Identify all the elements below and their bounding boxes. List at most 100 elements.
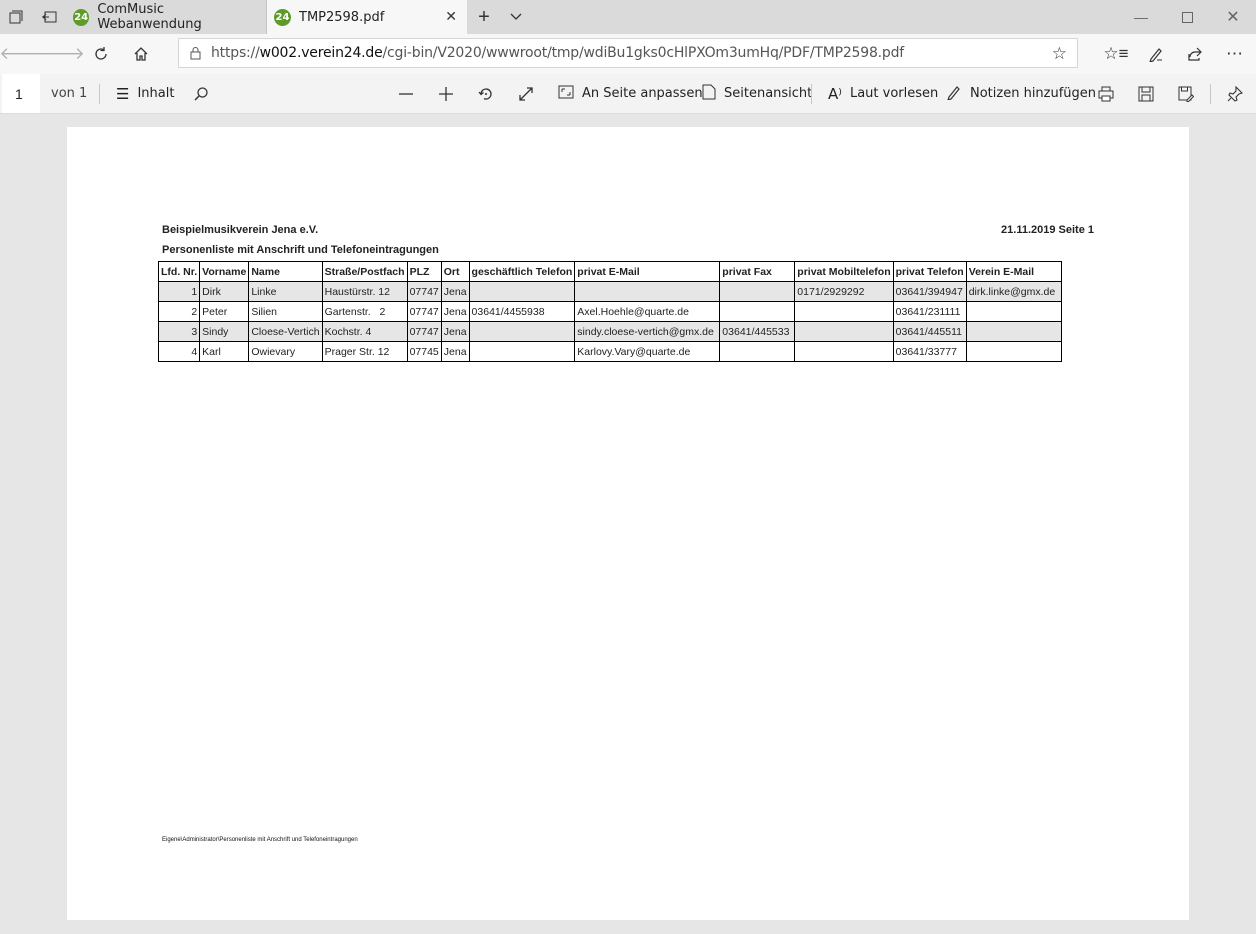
cell: 1 bbox=[157, 281, 201, 302]
back-icon[interactable]: 🡐 bbox=[0, 34, 45, 74]
cell bbox=[794, 301, 894, 322]
fit-page-icon bbox=[558, 85, 574, 103]
read-aloud-button[interactable]: A⁾ Laut vorlesen bbox=[828, 74, 938, 113]
divider bbox=[99, 84, 100, 104]
print-icon[interactable] bbox=[1091, 74, 1121, 113]
cell bbox=[794, 341, 894, 362]
table-row: 4 Karl Owievary Prager Str. 12 07745 Jen… bbox=[157, 341, 1062, 362]
rotate-icon[interactable] bbox=[471, 74, 501, 113]
cell: Jena bbox=[440, 341, 470, 362]
tab-label: ComMusic Webanwendung bbox=[97, 2, 202, 32]
cell bbox=[965, 321, 1062, 342]
divider bbox=[1210, 84, 1211, 104]
table-row: 2 Peter Silien Gartenstr. 2 07747 Jena 0… bbox=[157, 301, 1062, 322]
cell: Jena bbox=[440, 301, 470, 322]
chevron-down-icon[interactable] bbox=[500, 0, 532, 34]
save-as-icon[interactable] bbox=[1171, 74, 1201, 113]
cell bbox=[468, 321, 576, 342]
cell: Linke bbox=[248, 281, 323, 302]
zoom-in-icon[interactable] bbox=[431, 74, 461, 113]
cell: Jena bbox=[440, 281, 470, 302]
table-row: 1 Dirk Linke Haustürstr. 12 07747 Jena 0… bbox=[157, 281, 1062, 302]
pdf-toolbar: 1 von 1 ☰ Inhalt An Seite anpassen Seite… bbox=[0, 74, 1256, 114]
close-tab-icon[interactable]: ✕ bbox=[445, 9, 457, 25]
column-header: Name bbox=[248, 261, 323, 282]
cell: 07747 bbox=[406, 301, 442, 322]
contents-label: Inhalt bbox=[137, 86, 175, 101]
pen-icon bbox=[946, 84, 962, 104]
cell bbox=[719, 301, 796, 322]
zoom-out-icon[interactable] bbox=[391, 74, 421, 113]
save-icon[interactable] bbox=[1131, 74, 1161, 113]
divider bbox=[811, 84, 812, 104]
add-notes-button[interactable]: Notizen hinzufügen bbox=[946, 74, 1096, 113]
column-header: Lfd. Nr. bbox=[157, 261, 201, 282]
home-icon[interactable] bbox=[121, 34, 161, 74]
forward-icon[interactable]: 🡒 bbox=[39, 34, 85, 74]
maximize-icon[interactable] bbox=[1164, 0, 1210, 34]
column-header: privat E-Mail bbox=[574, 261, 721, 282]
url-text[interactable]: https://w002.verein24.de/cgi-bin/V2020/w… bbox=[211, 45, 904, 61]
cell bbox=[574, 281, 721, 302]
cell: Karl bbox=[199, 341, 250, 362]
page-view-button[interactable]: Seitenansicht bbox=[702, 74, 812, 113]
url-host: w002.verein24.de bbox=[259, 45, 383, 61]
cell: 2 bbox=[157, 301, 201, 322]
fullscreen-icon[interactable] bbox=[511, 74, 541, 113]
pen-notes-icon[interactable] bbox=[1136, 34, 1176, 74]
cell: Karlovy.Vary@quarte.de bbox=[574, 341, 721, 362]
tab-commusic[interactable]: 24 ComMusic Webanwendung bbox=[66, 0, 267, 34]
pin-toolbar-icon[interactable] bbox=[1220, 74, 1250, 113]
date-page-info: 21.11.2019 Seite 1 bbox=[1001, 224, 1094, 236]
cell bbox=[794, 321, 894, 342]
cell bbox=[719, 341, 796, 362]
page-view-icon bbox=[702, 84, 716, 104]
add-notes-label: Notizen hinzufügen bbox=[970, 86, 1097, 101]
refresh-icon[interactable] bbox=[81, 34, 121, 74]
verein24-favicon-icon: 24 bbox=[274, 8, 291, 26]
close-window-icon[interactable]: ✕ bbox=[1210, 0, 1256, 34]
cell: Haustürstr. 12 bbox=[321, 281, 408, 302]
cell: Dirk bbox=[199, 281, 250, 302]
page-view-label: Seitenansicht bbox=[724, 86, 813, 101]
cell bbox=[965, 341, 1062, 362]
page-number-input[interactable]: 1 bbox=[2, 74, 40, 113]
new-tab-icon[interactable]: + bbox=[468, 0, 500, 34]
cell: Silien bbox=[248, 301, 323, 322]
tab-actions-icon[interactable] bbox=[0, 0, 32, 34]
cell: 3 bbox=[157, 321, 201, 342]
column-header: privat Fax bbox=[719, 261, 796, 282]
cell: Sindy bbox=[199, 321, 250, 342]
favorites-list-icon[interactable]: ☆≡ bbox=[1096, 34, 1136, 74]
column-header: geschäftlich Telefon bbox=[468, 261, 576, 282]
search-icon[interactable] bbox=[186, 74, 216, 113]
cell: 0171/2929292 bbox=[794, 281, 894, 302]
person-table: Lfd. Nr. Vorname Name Straße/Postfach PL… bbox=[157, 261, 1062, 362]
cell: Kochstr. 4 bbox=[321, 321, 408, 342]
fit-to-page-button[interactable]: An Seite anpassen bbox=[558, 74, 703, 113]
column-header: privat Mobiltelefon bbox=[794, 261, 894, 282]
contents-button[interactable]: ☰ Inhalt bbox=[116, 74, 174, 113]
cell: 4 bbox=[157, 341, 201, 362]
lock-icon[interactable] bbox=[187, 46, 203, 60]
document-footer-path: Eigene\Administrator\Personenliste mit A… bbox=[162, 837, 358, 843]
minimize-icon[interactable]: — bbox=[1118, 0, 1164, 34]
cell: Peter bbox=[199, 301, 250, 322]
pdf-page: Beispielmusikverein Jena e.V. 21.11.2019… bbox=[67, 127, 1189, 920]
cell: 03641/4455938 bbox=[468, 301, 576, 322]
organization-name: Beispielmusikverein Jena e.V. bbox=[162, 224, 319, 236]
tab-pdf[interactable]: 24 TMP2598.pdf ✕ bbox=[267, 0, 467, 34]
cell: Axel.Hoehle@quarte.de bbox=[574, 301, 721, 322]
more-options-icon[interactable]: ⋯ bbox=[1215, 34, 1255, 74]
share-icon[interactable] bbox=[1175, 34, 1215, 74]
set-tabs-aside-icon[interactable] bbox=[33, 0, 65, 34]
cell: 07747 bbox=[406, 321, 442, 342]
address-bar[interactable]: https://w002.verein24.de/cgi-bin/V2020/w… bbox=[178, 38, 1078, 68]
favorite-star-icon[interactable]: ☆ bbox=[1052, 44, 1067, 64]
cell: 07745 bbox=[406, 341, 442, 362]
column-header: Straße/Postfach bbox=[321, 261, 408, 282]
cell bbox=[965, 301, 1062, 322]
cell: 03641/445511 bbox=[892, 321, 967, 342]
tab-label: TMP2598.pdf bbox=[299, 9, 385, 25]
tab-bar: 24 ComMusic Webanwendung 24 TMP2598.pdf … bbox=[0, 0, 1256, 34]
